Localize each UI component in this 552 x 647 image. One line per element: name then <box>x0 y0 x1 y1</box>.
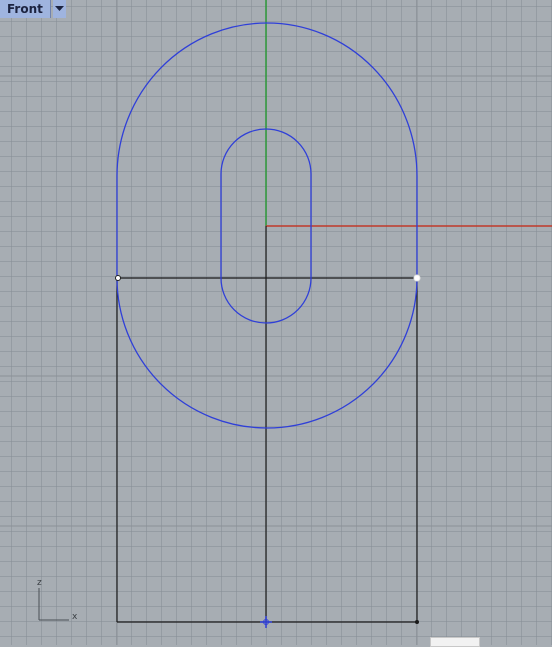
x-axis-label: x <box>72 612 78 622</box>
right-point[interactable] <box>413 274 421 282</box>
base-point-marker[interactable] <box>260 616 272 628</box>
axis-indicator: z x <box>33 578 77 630</box>
front-viewport[interactable]: Front z x <box>0 0 552 647</box>
z-axis-label: z <box>37 578 42 588</box>
construction-lines[interactable] <box>116 226 418 623</box>
viewport-title-tab[interactable]: Front <box>0 0 51 18</box>
left-point[interactable] <box>115 275 121 281</box>
drawing-canvas[interactable] <box>0 0 552 645</box>
bottom-right-point[interactable] <box>415 620 419 624</box>
corner-status-label <box>430 637 480 647</box>
dropdown-arrow-icon[interactable] <box>52 0 66 18</box>
viewport-tab-bar: Front <box>0 0 66 18</box>
